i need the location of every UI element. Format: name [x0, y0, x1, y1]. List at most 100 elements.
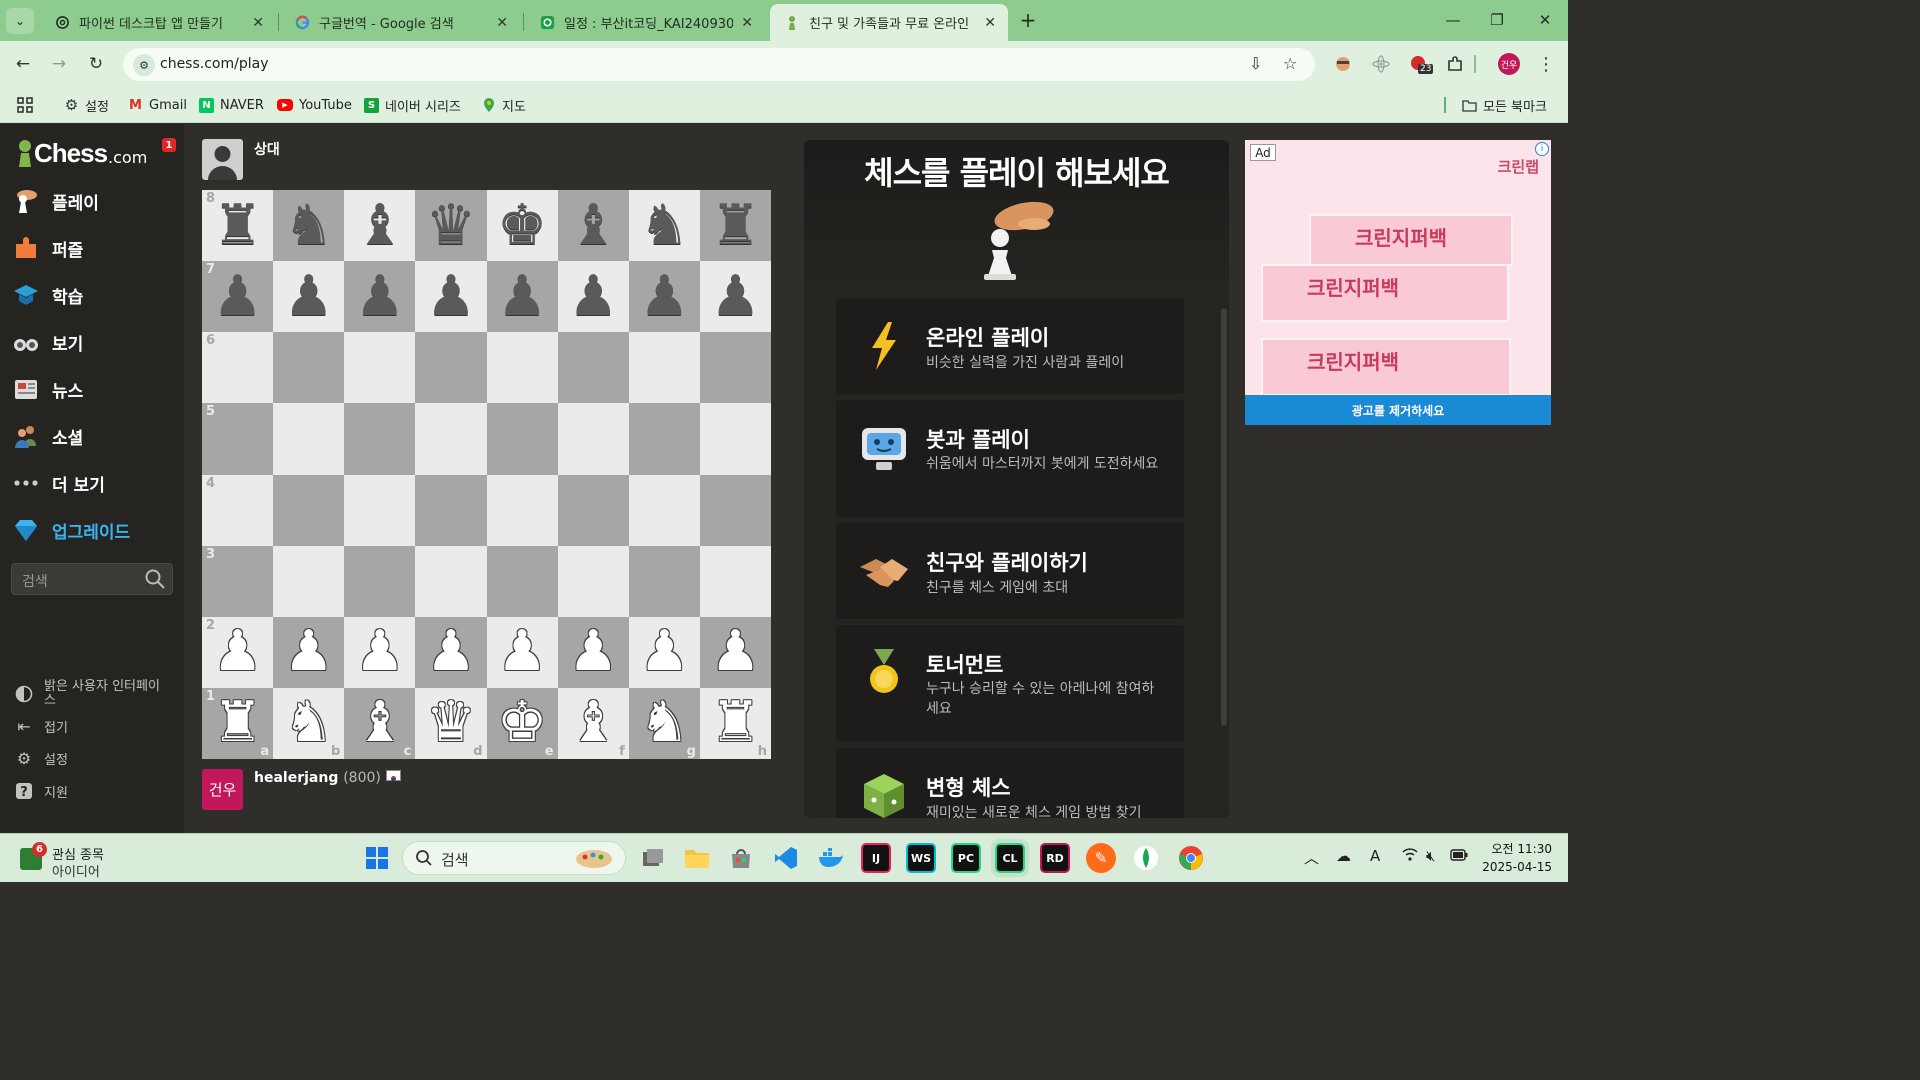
board-square[interactable]: 3 [202, 545, 274, 617]
board-square[interactable] [699, 332, 771, 404]
board-square[interactable] [273, 545, 345, 617]
board-square[interactable] [415, 545, 487, 617]
board-square[interactable]: 5 [202, 403, 274, 475]
white-bishop-icon[interactable]: ♝ [355, 695, 405, 751]
board-square[interactable]: ♚ [486, 190, 558, 262]
chrome-icon[interactable] [1176, 843, 1206, 873]
board-square[interactable] [628, 403, 700, 475]
webstorm-icon[interactable]: WS [906, 843, 936, 873]
online-play-option[interactable]: 온라인 플레이 비슷한 실력을 가진 사람과 플레이 [836, 298, 1184, 394]
bookmark-gmail[interactable]: M Gmail [128, 93, 187, 117]
board-square[interactable] [699, 474, 771, 546]
board-square[interactable]: 2 ♟ [202, 616, 274, 688]
board-square[interactable]: ♟ [273, 261, 345, 333]
browser-tab[interactable]: 일정 : 부산it코딩_KAI240930 | ✕ [525, 4, 765, 41]
board-square[interactable] [344, 545, 416, 617]
sidebar-item-upgrade[interactable]: 업그레이드 [12, 510, 172, 550]
white-queen-icon[interactable]: ♛ [426, 695, 476, 751]
apps-grid-icon[interactable] [16, 93, 34, 117]
rider-icon[interactable]: RD [1040, 843, 1070, 873]
board-square[interactable] [486, 332, 558, 404]
new-tab-button[interactable]: + [1016, 8, 1040, 32]
opponent-name[interactable]: 상대 [254, 139, 280, 159]
board-square[interactable] [699, 545, 771, 617]
board-square[interactable]: ♟ [415, 261, 487, 333]
chevron-up-icon[interactable]: ︿ [1304, 847, 1319, 868]
sidebar-item-news[interactable]: 뉴스 [12, 369, 172, 409]
bookmark-youtube[interactable]: ▶ YouTube [277, 93, 352, 117]
close-tab-icon[interactable]: ✕ [496, 15, 508, 31]
board-square[interactable]: 6 [202, 332, 274, 404]
profile-avatar[interactable]: 건우 [1498, 53, 1520, 75]
board-square[interactable]: e ♚ [486, 687, 558, 759]
white-pawn-icon[interactable]: ♟ [212, 624, 262, 680]
black-knight-icon[interactable]: ♞ [639, 197, 689, 254]
board-square[interactable]: b ♞ [273, 687, 345, 759]
board-square[interactable]: c ♝ [344, 687, 416, 759]
notification-badge[interactable]: 1 [162, 138, 176, 152]
player-avatar[interactable]: 건우 [202, 769, 243, 810]
board-square[interactable]: 7 ♟ [202, 261, 274, 333]
white-rook-icon[interactable]: ♜ [212, 695, 262, 751]
bookmark-naver-series[interactable]: S 네이버 시리즈 [364, 93, 461, 117]
white-pawn-icon[interactable]: ♟ [426, 624, 476, 680]
forward-button[interactable]: → [46, 51, 72, 77]
bookmark-maps[interactable]: 지도 [481, 93, 526, 117]
white-knight-icon[interactable]: ♞ [639, 695, 689, 751]
white-pawn-icon[interactable]: ♟ [355, 624, 405, 680]
board-square[interactable]: ♝ [557, 190, 629, 262]
black-pawn-icon[interactable]: ♟ [284, 268, 334, 325]
install-app-icon[interactable]: ⇩ [1249, 54, 1262, 73]
board-square[interactable]: ♞ [273, 190, 345, 262]
mongodb-compass-icon[interactable] [1131, 843, 1161, 873]
wifi-icon[interactable] [1402, 847, 1418, 865]
onedrive-icon[interactable]: ☁ [1336, 847, 1351, 865]
vscode-icon[interactable] [771, 843, 801, 873]
settings-button[interactable]: ⚙ 설정 [14, 748, 68, 768]
player-name[interactable]: healerjang [254, 770, 338, 786]
board-square[interactable]: g ♞ [628, 687, 700, 759]
board-square[interactable]: ♜ [699, 190, 771, 262]
browser-menu-icon[interactable]: ⋮ [1535, 53, 1557, 75]
light-ui-toggle[interactable]: 밝은 사용자 인터페이스 [14, 680, 174, 708]
tournament-option[interactable]: 토너먼트 누구나 승리할 수 있는 아레나에 참여하세요 [836, 625, 1184, 742]
advertisement[interactable]: Ad i 크린랩 크린지퍼백 크린지퍼백 크린지퍼백 광고를 제거하세요 [1245, 140, 1551, 425]
sidebar-item-more[interactable]: 더 보기 [12, 463, 172, 503]
support-button[interactable]: ? 지원 [14, 781, 68, 801]
pycharm-icon[interactable]: PC [951, 843, 981, 873]
white-king-icon[interactable]: ♚ [497, 695, 547, 751]
bookmark-star-icon[interactable]: ☆ [1283, 54, 1297, 73]
board-square[interactable] [344, 332, 416, 404]
board-square[interactable] [628, 474, 700, 546]
sidebar-item-watch[interactable]: 보기 [12, 322, 172, 362]
ad-info-icon[interactable]: i [1535, 142, 1549, 156]
black-pawn-icon[interactable]: ♟ [426, 268, 476, 325]
extensions-puzzle-icon[interactable] [1444, 53, 1466, 75]
board-square[interactable] [344, 403, 416, 475]
board-square[interactable] [344, 474, 416, 546]
white-pawn-icon[interactable]: ♟ [497, 624, 547, 680]
black-rook-icon[interactable]: ♜ [710, 197, 760, 254]
board-square[interactable] [273, 332, 345, 404]
system-clock[interactable]: 오전 11:30 2025-04-15 [1472, 840, 1552, 876]
black-bishop-icon[interactable]: ♝ [355, 197, 405, 254]
restore-button[interactable]: ❐ [1482, 8, 1512, 32]
browser-tab[interactable]: 구글번역 - Google 검색 ✕ [280, 4, 520, 41]
black-pawn-icon[interactable]: ♟ [639, 268, 689, 325]
task-view-icon[interactable] [638, 843, 668, 873]
clion-icon[interactable]: CL [991, 839, 1029, 877]
board-square[interactable]: ♟ [557, 616, 629, 688]
board-square[interactable]: ♞ [628, 190, 700, 262]
board-square[interactable] [699, 403, 771, 475]
bookmark-settings[interactable]: ⚙ 설정 [64, 93, 109, 117]
close-tab-icon[interactable]: ✕ [741, 15, 753, 31]
black-rook-icon[interactable]: ♜ [212, 197, 262, 254]
bot-play-option[interactable]: 봇과 플레이 쉬움에서 마스터까지 봇에게 도전하세요 [836, 400, 1184, 517]
back-button[interactable]: ← [10, 51, 36, 77]
white-pawn-icon[interactable]: ♟ [639, 624, 689, 680]
black-king-icon[interactable]: ♚ [497, 197, 547, 254]
black-pawn-icon[interactable]: ♟ [568, 268, 618, 325]
board-square[interactable]: 4 [202, 474, 274, 546]
docker-icon[interactable] [816, 843, 846, 873]
close-tab-icon[interactable]: ✕ [252, 15, 264, 31]
